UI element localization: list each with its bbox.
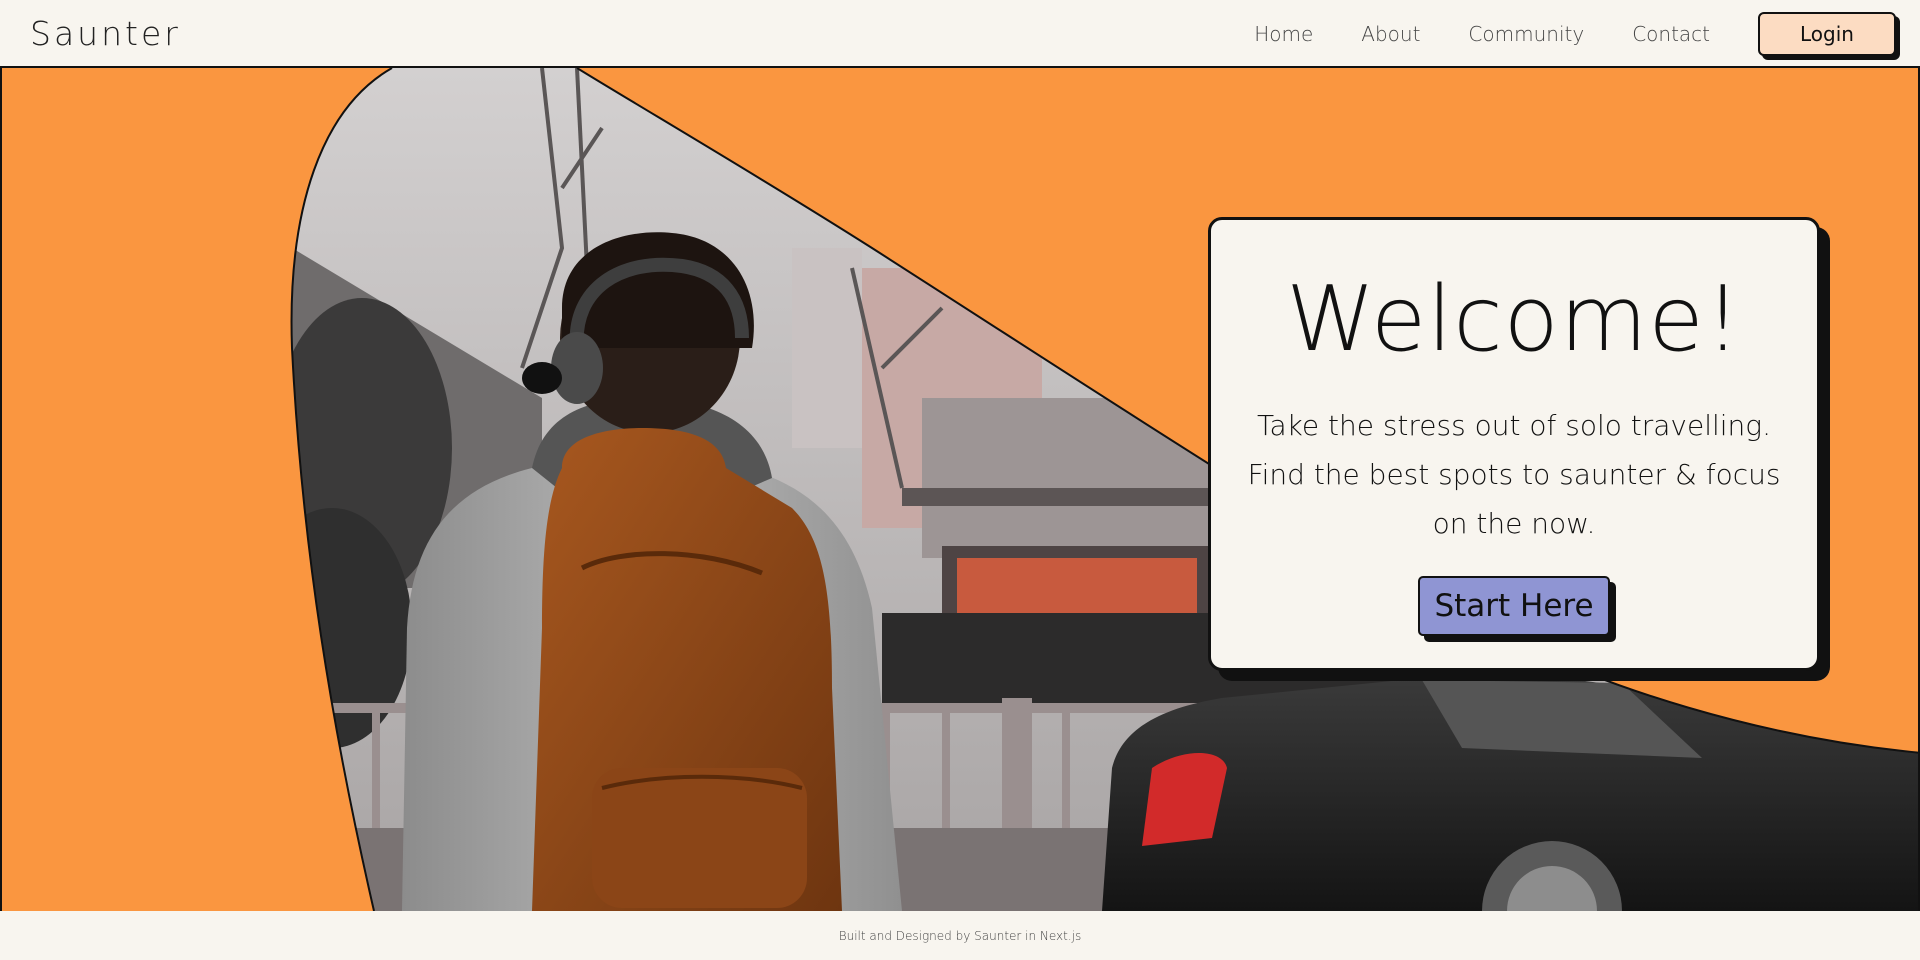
welcome-card: Welcome! Take the stress out of solo tra… [1208,217,1820,671]
site-footer: Built and Designed by Saunter in Next.js [0,911,1920,960]
login-button[interactable]: Login [1758,12,1896,56]
nav-contact[interactable]: Contact [1632,22,1710,46]
nav-about[interactable]: About [1361,22,1420,46]
nav-community[interactable]: Community [1468,22,1584,46]
welcome-title: Welcome! [1286,267,1742,372]
start-here-button[interactable]: Start Here [1418,576,1610,636]
footer-credit: Built and Designed by Saunter in Next.js [838,928,1082,943]
nav-home[interactable]: Home [1254,22,1313,46]
hero-section: Welcome! Take the stress out of solo tra… [0,68,1920,911]
welcome-text: Take the stress out of solo travelling. … [1247,409,1781,540]
site-header: Saunter Home About Community Contact Log… [0,0,1920,68]
main-nav: Home About Community Contact Login [1254,0,1920,68]
saunter-logo[interactable]: Saunter [30,14,181,53]
